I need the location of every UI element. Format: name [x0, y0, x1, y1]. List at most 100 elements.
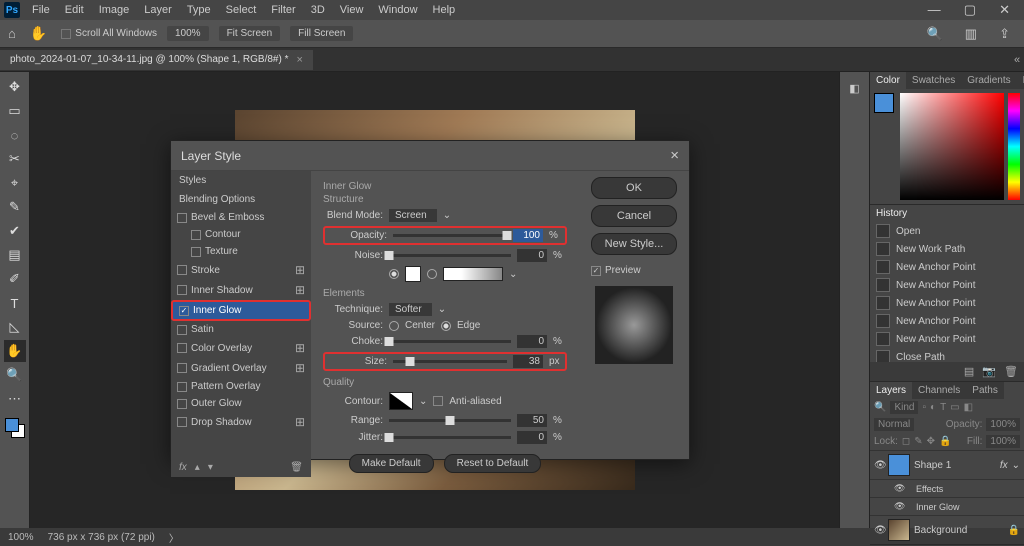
tab-swatches[interactable]: Swatches [906, 72, 961, 89]
tab-history[interactable]: History [870, 205, 913, 222]
effect-drop-shadow[interactable]: Drop Shadow⊞ [171, 412, 311, 432]
up-icon[interactable]: ▴ [195, 462, 200, 473]
panel-collapse-icon[interactable]: « [1012, 54, 1022, 66]
range-slider[interactable] [389, 419, 511, 422]
menu-select[interactable]: Select [219, 2, 264, 18]
choke-value[interactable]: 0 [517, 335, 547, 348]
close-button[interactable]: ✕ [989, 0, 1020, 19]
tool-crop[interactable]: ✂ [4, 148, 26, 170]
tab-color[interactable]: Color [870, 72, 906, 89]
menu-image[interactable]: Image [92, 2, 137, 18]
choke-slider[interactable] [389, 340, 511, 343]
fx-menu-icon[interactable]: fx [179, 462, 187, 473]
menu-edit[interactable]: Edit [58, 2, 91, 18]
effect-color-overlay[interactable]: Color Overlay⊞ [171, 338, 311, 358]
make-default-button[interactable]: Make Default [349, 454, 434, 473]
add-icon[interactable]: ⊞ [295, 361, 305, 375]
layer-row[interactable]: 👁 Background 🔒 [870, 515, 1024, 544]
blend-mode-dropdown[interactable]: Normal [874, 418, 914, 431]
tool-marquee[interactable]: ▭ [4, 100, 26, 122]
fx-badge[interactable]: fx [1000, 460, 1008, 471]
effect-texture[interactable]: Texture [171, 243, 311, 260]
tool-path[interactable]: ◺ [4, 316, 26, 338]
home-icon[interactable]: ⌂ [8, 26, 16, 41]
hand-tool-icon[interactable]: ✋ [26, 25, 51, 42]
tool-hand[interactable]: ✋ [4, 340, 26, 362]
glow-gradient-swatch[interactable] [443, 267, 503, 281]
add-icon[interactable]: ⊞ [295, 283, 305, 297]
add-icon[interactable]: ⊞ [295, 415, 305, 429]
menu-type[interactable]: Type [180, 2, 218, 18]
jitter-value[interactable]: 0 [517, 431, 547, 444]
antialias-checkbox[interactable] [433, 396, 443, 406]
tool-eyedropper[interactable]: ⌖ [4, 172, 26, 194]
collapsed-panel-icon[interactable]: ◧ [845, 78, 865, 98]
layer-fill[interactable]: 100% [986, 435, 1020, 448]
contour-picker[interactable] [389, 392, 413, 410]
status-zoom[interactable]: 100% [8, 532, 34, 543]
color-source-radio[interactable] [389, 269, 399, 279]
menu-view[interactable]: View [333, 2, 371, 18]
maximize-button[interactable]: ▢ [954, 0, 986, 19]
dialog-close-icon[interactable]: × [670, 147, 679, 164]
layer-kind-filter[interactable]: Kind [890, 401, 918, 414]
foreground-color-swatch[interactable] [5, 418, 19, 432]
effect-pattern-overlay[interactable]: Pattern Overlay [171, 378, 311, 395]
visibility-icon[interactable]: 👁 [874, 460, 884, 471]
menu-3d[interactable]: 3D [304, 2, 332, 18]
opacity-slider[interactable] [393, 234, 507, 237]
layer-thumbnail[interactable] [888, 519, 910, 541]
effect-contour[interactable]: Contour [171, 226, 311, 243]
size-value[interactable]: 38 [513, 355, 543, 368]
jitter-slider[interactable] [389, 436, 511, 439]
close-tab-icon[interactable]: × [297, 54, 303, 66]
history-item[interactable]: New Anchor Point [870, 276, 1024, 294]
new-style-button[interactable]: New Style... [591, 233, 677, 255]
history-item[interactable]: Open [870, 222, 1024, 240]
reset-default-button[interactable]: Reset to Default [444, 454, 542, 473]
tool-zoom[interactable]: 🔍 [4, 364, 26, 386]
noise-value[interactable]: 0 [517, 249, 547, 262]
preview-checkbox[interactable]: ✓ [591, 266, 601, 276]
size-slider[interactable] [393, 360, 507, 363]
layer-row[interactable]: 👁 Shape 1 fx⌄ [870, 450, 1024, 479]
hue-slider[interactable] [1008, 93, 1020, 200]
scroll-all-windows-checkbox[interactable]: Scroll All Windows [61, 28, 157, 39]
history-item[interactable]: New Anchor Point [870, 258, 1024, 276]
effect-inner-glow[interactable]: ✓Inner Glow [171, 300, 311, 321]
foreground-background-swatches[interactable] [5, 418, 25, 438]
tool-lasso[interactable]: ◌ [4, 124, 26, 146]
tool-more[interactable]: ⋯ [4, 388, 26, 410]
menu-filter[interactable]: Filter [264, 2, 302, 18]
history-item[interactable]: New Anchor Point [870, 312, 1024, 330]
tool-move[interactable]: ✥ [4, 76, 26, 98]
layer-opacity[interactable]: 100% [986, 418, 1020, 431]
blending-options[interactable]: Blending Options [171, 190, 311, 209]
zoom-value[interactable]: 100% [167, 26, 209, 41]
tool-healing[interactable]: ✔ [4, 220, 26, 242]
layer-thumbnail[interactable] [888, 454, 910, 476]
tab-patterns[interactable]: Patterns [1017, 72, 1024, 89]
trash-icon[interactable]: 🗑 [1004, 365, 1018, 378]
visibility-icon[interactable]: 👁 [874, 525, 884, 536]
history-item[interactable]: New Anchor Point [870, 294, 1024, 312]
blend-mode-select[interactable]: Screen [389, 209, 437, 222]
history-item[interactable]: Close Path [870, 348, 1024, 362]
tool-brush[interactable]: ✎ [4, 196, 26, 218]
opacity-value[interactable]: 100 [513, 229, 543, 242]
history-item[interactable]: New Work Path [870, 240, 1024, 258]
tool-type[interactable]: T [4, 292, 26, 314]
styles-header[interactable]: Styles [171, 171, 311, 190]
tab-layers[interactable]: Layers [870, 382, 912, 399]
history-item[interactable]: New Anchor Point [870, 330, 1024, 348]
tool-gradient[interactable]: ▤ [4, 244, 26, 266]
menu-window[interactable]: Window [371, 2, 424, 18]
technique-select[interactable]: Softer [389, 303, 432, 316]
tool-pen[interactable]: ✐ [4, 268, 26, 290]
source-edge-radio[interactable] [441, 321, 451, 331]
noise-slider[interactable] [389, 254, 511, 257]
tab-channels[interactable]: Channels [912, 382, 966, 399]
effect-inner-shadow[interactable]: Inner Shadow⊞ [171, 280, 311, 300]
color-picker-field[interactable] [900, 93, 1004, 200]
gradient-source-radio[interactable] [427, 269, 437, 279]
